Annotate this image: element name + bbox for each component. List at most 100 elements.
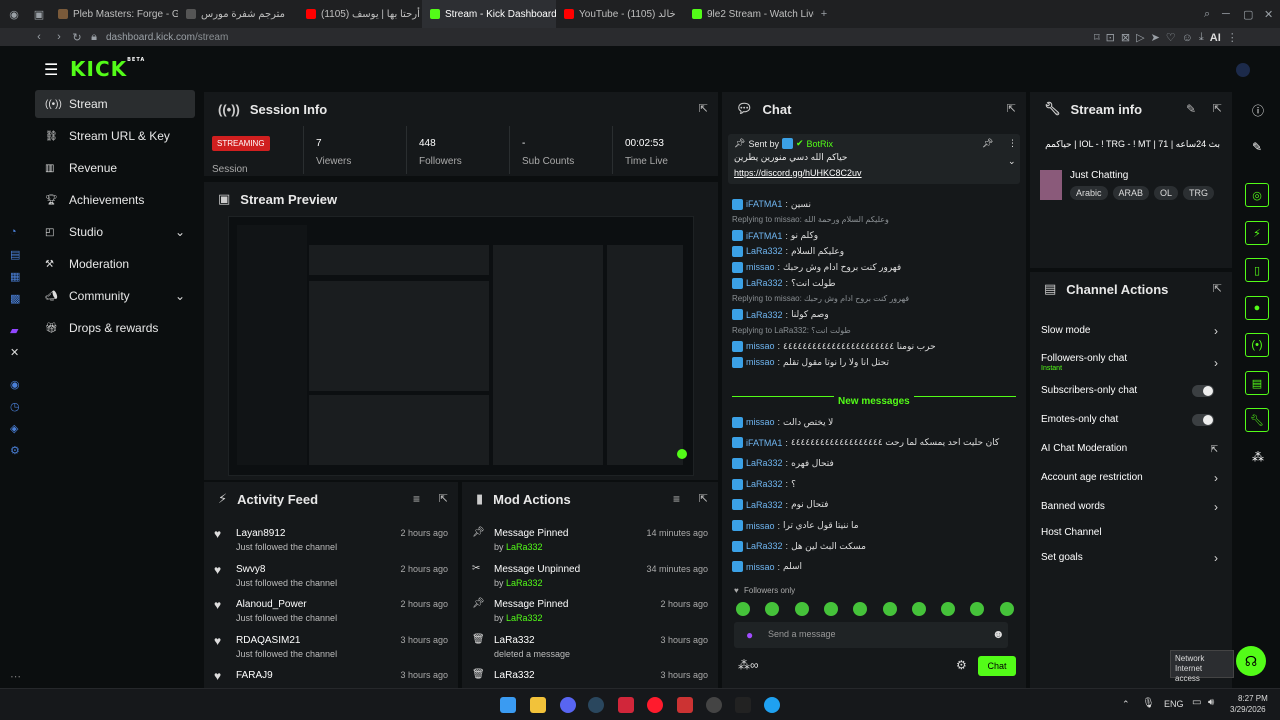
popout-icon[interactable]: ⇱	[439, 492, 448, 505]
tab-actions-icon[interactable]: ▣	[28, 8, 50, 21]
camera-button[interactable]: ◎	[1245, 183, 1269, 207]
forward-icon[interactable]: ›	[50, 31, 68, 43]
chat-username[interactable]: LaRa332	[746, 500, 783, 510]
user-avatar[interactable]	[1236, 63, 1250, 77]
stream-tag[interactable]: Arabic	[1070, 186, 1108, 200]
mod-user[interactable]: LaRa332	[506, 613, 543, 623]
more-icon[interactable]: ⋮	[1008, 138, 1017, 149]
chat-username[interactable]: missao	[746, 341, 775, 351]
browser-tab[interactable]: (1105) أرحتا بها | يوسف	[298, 0, 422, 28]
activity-row[interactable]: ♥ Swvy8 Just followed the channel 2 hours a…	[204, 560, 458, 596]
emoji-icon[interactable]: ☻	[992, 627, 1005, 641]
volume-icon[interactable]: 🔊︎	[1208, 697, 1214, 708]
chat-message[interactable]: LaRa332: مسكت البث لين هل	[732, 537, 1016, 555]
sidebar-item-revenue[interactable]: ▥ Revenue	[35, 154, 195, 182]
stream-tag[interactable]: TRG	[1183, 186, 1215, 200]
account-icon[interactable]: ☺	[1182, 32, 1193, 44]
chat-username[interactable]: LaRa332	[746, 310, 783, 320]
download-icon[interactable]: ⤓	[1199, 31, 1204, 44]
network-icon[interactable]: ▭	[1192, 697, 1201, 708]
chat-username[interactable]: iFATMA1	[746, 199, 782, 209]
sidebar-item-stream[interactable]: ((•)) Stream	[35, 90, 195, 118]
chat-username[interactable]: missao	[746, 262, 775, 272]
emote-icon[interactable]	[882, 602, 897, 616]
steam-icon[interactable]	[588, 697, 604, 713]
chat-send-button[interactable]: Chat	[978, 656, 1016, 676]
clock-date[interactable]: 3/29/2026	[1230, 705, 1266, 714]
sidebar-app-icon[interactable]: ◈	[10, 422, 18, 435]
expand-icon[interactable]: ⌄	[1008, 156, 1016, 167]
chat-username[interactable]: LaRa332	[746, 541, 783, 551]
sidebar-app-icon[interactable]: ▤	[10, 248, 20, 261]
mod-action-row[interactable]: 📌︎ Message Pinned by LaRa332 14 minutes ago	[462, 524, 718, 560]
chat-message[interactable]: iFATMA1: كان حليت احد يمسكه لما رحت ٤٤٤٤٤…	[732, 434, 1016, 452]
info-icon[interactable]: ⓘ	[1252, 102, 1264, 119]
emote-icon[interactable]	[941, 602, 956, 616]
emote-icon[interactable]	[736, 602, 750, 616]
mod-action-row[interactable]: 📌︎ Message Pinned by LaRa332 2 hours ago	[462, 595, 718, 631]
shield-icon[interactable]: ⊠	[1121, 31, 1130, 44]
play-icon[interactable]: ▷	[1136, 31, 1144, 44]
chat-username[interactable]: missao	[746, 562, 775, 572]
clock-icon[interactable]: ◷	[10, 400, 20, 413]
channel-action-host-channel[interactable]: Host Channel	[1040, 522, 1222, 544]
sidebar-item-studio[interactable]: ◰ Studio ⌄	[35, 218, 195, 246]
chat-username[interactable]: LaRa332	[746, 479, 783, 489]
channel-action-account-age-restriction[interactable]: Account age restriction ›	[1040, 467, 1222, 489]
app-icon[interactable]	[735, 697, 751, 713]
new-messages-label[interactable]: New messages	[834, 396, 914, 407]
panels-button[interactable]: ▤	[1245, 371, 1269, 395]
edit-icon[interactable]: ✎	[1186, 102, 1196, 116]
activity-user[interactable]: Layan8912	[236, 528, 286, 539]
activity-user[interactable]: Swvy8	[236, 564, 265, 575]
mod-action-row[interactable]: 🗑︎ LaRa332 deleted a message 3 hours ago	[462, 631, 718, 667]
chat-username[interactable]: LaRa332	[746, 246, 783, 256]
browser-tab[interactable]: Stream - Kick Dashboard	[422, 0, 556, 28]
app-icon[interactable]	[706, 697, 722, 713]
bookmark-icon[interactable]: ⌑	[1094, 31, 1100, 44]
pinned-link[interactable]: https://discord.gg/hUHKC8C2uv	[734, 168, 862, 178]
chat-username[interactable]: LaRa332	[746, 458, 783, 468]
popout-icon[interactable]: ⇱	[699, 492, 708, 505]
sidebar-item-stream-url-key[interactable]: ⛓ Stream URL & Key	[35, 122, 195, 150]
browser-tab[interactable]: 9le2 Stream - Watch Live	[684, 0, 814, 28]
new-tab-icon[interactable]: +	[814, 8, 834, 20]
sidebar-item-moderation[interactable]: ⚒ Moderation	[35, 250, 195, 278]
channel-action-ai-chat-moderation[interactable]: AI Chat Moderation ⇱	[1040, 438, 1222, 460]
extension-icon[interactable]: ⊡	[1106, 31, 1115, 44]
chat-username[interactable]: missao	[746, 417, 775, 427]
popout-icon[interactable]: ⇱	[1213, 102, 1222, 115]
chat-username[interactable]: missao	[746, 357, 775, 367]
url-field[interactable]: dashboard.kick.com/stream	[106, 32, 228, 43]
activity-row[interactable]: ♥ Layan8912 Just followed the channel 2 hou…	[204, 524, 458, 560]
adobe-icon[interactable]	[618, 697, 634, 713]
sidebar-app-icon[interactable]: ▩	[10, 292, 20, 305]
broadcast-button[interactable]: (•)	[1245, 333, 1269, 357]
sidebar-item-drops-rewards[interactable]: 🎁︎ Drops & rewards	[35, 314, 195, 342]
activity-user[interactable]: Alanoud_Power	[236, 599, 307, 610]
heart-icon[interactable]: ♡	[1166, 31, 1176, 44]
opera-icon[interactable]	[647, 697, 663, 713]
channel-action-subscribers-only-chat[interactable]: Subscribers-only chat	[1040, 380, 1222, 402]
chat-settings-icon[interactable]: ⚙	[956, 658, 967, 672]
mod-user[interactable]: LaRa332	[506, 578, 543, 588]
pencil-icon[interactable]: ✎	[1252, 140, 1262, 154]
toggle-switch[interactable]	[1192, 385, 1214, 397]
ai-button[interactable]: AI	[1210, 32, 1221, 44]
chevron-down-icon[interactable]: ⌄	[175, 289, 185, 303]
chat-message[interactable]: missao: اسلم	[732, 558, 1016, 576]
activity-user[interactable]: RDAQASIM21	[236, 635, 300, 646]
chevron-down-icon[interactable]: ⌄	[175, 225, 185, 239]
toggle-switch[interactable]	[1192, 414, 1214, 426]
channel-action-banned-words[interactable]: Banned words ›	[1040, 496, 1222, 518]
popout-icon[interactable]: ⇱	[1213, 282, 1222, 295]
site-info-icon[interactable]: 🔒︎	[86, 31, 102, 44]
browser-tab[interactable]: Pleb Masters: Forge - GTA	[50, 0, 178, 28]
sidebar-more-icon[interactable]: ⋯	[10, 670, 21, 683]
chat-username[interactable]: LaRa332	[746, 278, 783, 288]
emote-icon[interactable]	[823, 602, 838, 616]
back-icon[interactable]: ‹	[28, 31, 50, 43]
windows-start-icon[interactable]	[500, 697, 516, 713]
mod-user[interactable]: LaRa332	[506, 542, 543, 552]
emote-icon[interactable]	[911, 602, 926, 616]
